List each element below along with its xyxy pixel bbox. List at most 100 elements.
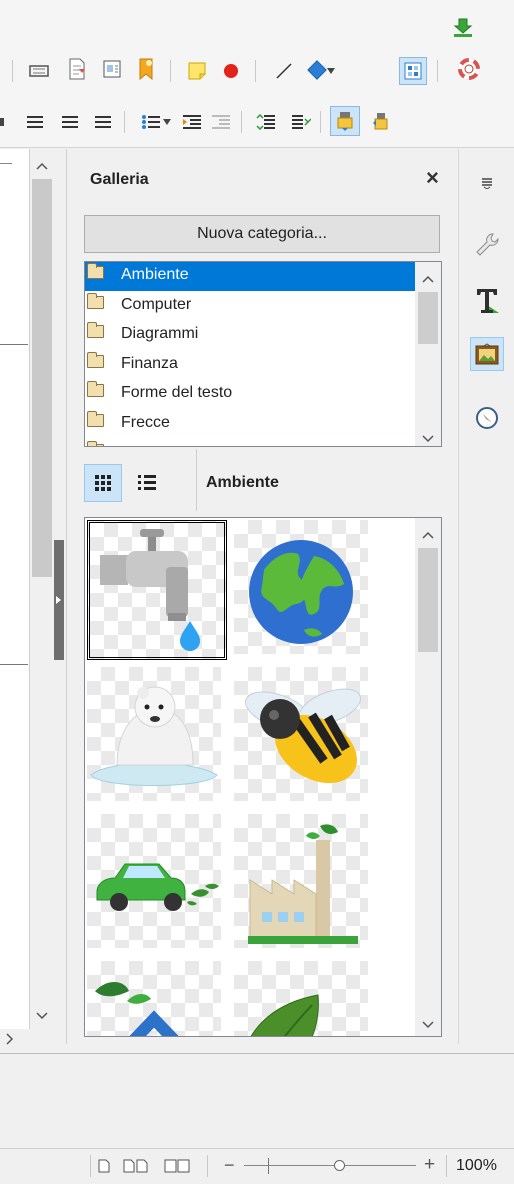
folder-icon [87,293,104,309]
scroll-down-icon[interactable] [422,430,434,443]
insert-field-icon[interactable] [28,60,50,82]
gallery-item-bee[interactable] [234,667,368,801]
gallery-item-polar-bear[interactable] [87,667,221,801]
h-scroll-right-icon[interactable] [6,1032,16,1045]
single-page-view-icon[interactable] [98,1159,110,1178]
unordered-list-icon[interactable] [140,111,162,133]
gallery-item-faucet[interactable] [87,520,227,660]
gallery-item-leaf[interactable] [234,961,368,1036]
scrollbar-thumb[interactable] [418,548,438,652]
multi-page-view-icon[interactable] [123,1159,149,1178]
list-item-frecce[interactable]: Frecce [85,410,415,439]
globe-image [249,540,353,644]
track-changes-record-icon[interactable] [220,60,242,82]
list-icon [138,475,156,490]
paragraph-spacing-decrease-icon[interactable] [290,111,312,133]
detailed-view-button[interactable] [128,464,166,502]
status-bar: − + 100% [0,1148,514,1184]
properties-wrench-icon[interactable] [472,229,502,261]
help-lifebuoy-icon[interactable] [458,58,480,80]
paragraph-spacing-increase-icon[interactable] [255,111,277,133]
polar-bear-image [90,686,218,786]
category-label: Diagrammi [121,325,199,342]
zoom-in-button[interactable]: + [424,1154,435,1176]
category-list-scrollbar[interactable] [415,262,441,446]
scrollbar-thumb[interactable] [418,292,438,344]
zoom-slider-tick [268,1158,269,1174]
zoom-slider-thumb[interactable] [334,1160,345,1171]
list-item-forme-del-testo[interactable]: Forme del testo [85,380,415,409]
insert-document-icon[interactable] [66,58,88,80]
category-label: Ambiente [121,266,189,283]
navigator-compass-icon[interactable] [472,403,502,433]
document-text-line [0,163,12,164]
status-separator [90,1155,91,1177]
category-label: Frecce [121,414,170,431]
list-item-diagrammi[interactable]: Diagrammi [85,321,415,350]
gallery-item-scrollbar[interactable] [415,518,441,1036]
bee-image [245,688,362,784]
current-theme-label: Ambiente [206,474,279,491]
status-separator [207,1155,208,1177]
toolbar-separator [170,60,171,82]
zoom-percent[interactable]: 100% [456,1157,497,1175]
protect-cells-icon[interactable] [330,106,360,136]
align-center-icon[interactable] [59,111,81,133]
gallery-tab-icon[interactable] [470,337,504,371]
document-area[interactable] [0,149,30,1029]
scrollbar-thumb[interactable] [32,179,52,577]
zoom-slider-track [244,1165,416,1166]
justify-icon[interactable] [92,111,114,133]
icon-view-button[interactable] [84,464,122,502]
styles-icon[interactable] [472,285,502,317]
scroll-up-icon[interactable] [36,157,48,170]
vertical-scrollbar[interactable] [30,149,54,1029]
bookmark-icon[interactable] [135,58,157,80]
gallery-item-grid[interactable] [84,517,442,1037]
scroll-up-icon[interactable] [422,526,434,539]
folder-icon [87,322,104,338]
toggle-draw-functions-icon[interactable] [399,57,427,85]
comment-icon[interactable] [186,60,208,82]
sidebar-border [66,149,67,1044]
new-category-button[interactable]: Nuova categoria... [84,215,440,253]
insert-line-icon[interactable] [273,60,295,82]
gallery-item-car[interactable] [87,814,221,948]
text-cursor-marker [0,118,4,126]
zoom-slider[interactable] [244,1156,416,1176]
category-label: Computer [121,296,192,313]
close-deck-button[interactable]: × [426,165,439,191]
list-item-finanza[interactable]: Finanza [85,351,415,380]
house-image [95,981,179,1036]
category-list[interactable]: Ambiente Computer Diagrammi Finanza Form… [84,261,442,447]
sidebar-collapse-handle[interactable] [54,540,64,660]
folder-icon [87,352,104,368]
toolbar-separator [320,111,321,133]
gallery-item-house[interactable] [87,961,221,1036]
toolbar-separator [241,111,242,133]
book-view-icon[interactable] [163,1159,191,1178]
cursor-in-protected-area-icon[interactable] [370,111,392,133]
gallery-item-factory[interactable] [234,814,368,948]
category-label: Forme del testo [121,384,233,401]
chevron-down-icon[interactable] [325,60,337,82]
leaf-image [250,994,319,1036]
chevron-down-icon[interactable] [161,111,173,133]
update-available-icon[interactable] [452,17,474,39]
scroll-down-icon[interactable] [422,1016,434,1029]
insert-frame-icon[interactable] [101,58,123,80]
list-item-computer[interactable]: Computer [85,292,415,321]
folder-icon [87,441,104,446]
align-left-icon[interactable] [24,111,46,133]
new-category-label: Nuova categoria... [197,225,327,242]
toolbar-separator [255,60,256,82]
scroll-down-icon[interactable] [36,1007,48,1020]
increase-indent-icon[interactable] [181,111,203,133]
scroll-up-icon[interactable] [422,270,434,283]
folder-icon [87,411,104,427]
sidebar-menu-icon[interactable] [475,171,499,195]
zoom-out-button[interactable]: − [224,1155,235,1176]
list-item-ambiente[interactable]: Ambiente [85,262,415,291]
gallery-item-globe[interactable] [234,520,368,654]
folder-icon [87,381,104,397]
